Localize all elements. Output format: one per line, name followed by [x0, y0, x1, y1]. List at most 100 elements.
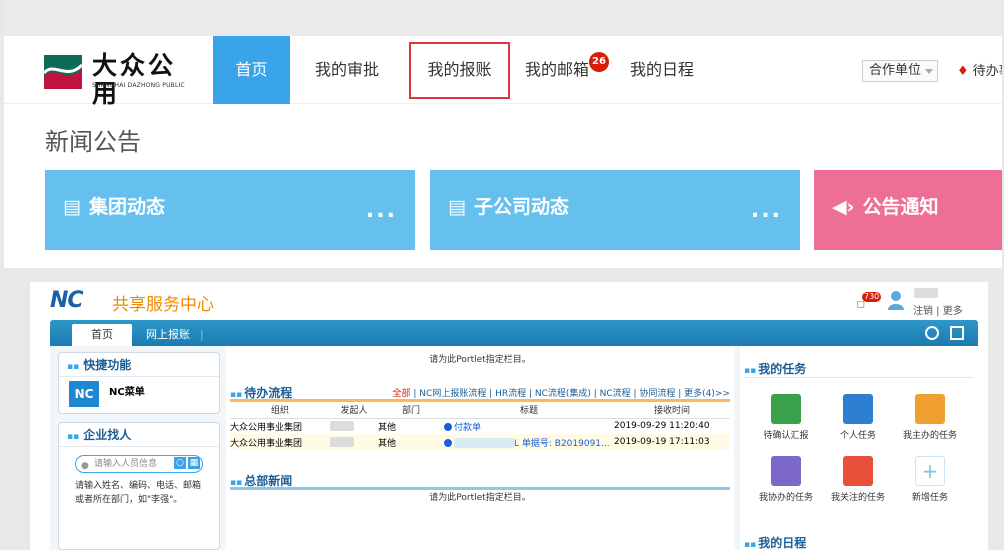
card-title: 公告通知	[862, 196, 939, 218]
task-pending-report[interactable]: 待确认汇报	[750, 394, 822, 441]
cell-dept: 其他	[378, 434, 444, 450]
find-people-body: ● 请输入人员信息 ○ ▦ 请输入姓名、编码、电话、邮箱或者所在部门，如"李强"…	[59, 447, 219, 549]
row-title: 付款单	[454, 422, 482, 433]
task-label: 待确认汇报	[763, 431, 809, 441]
cell-time: 2019-09-19 17:11:03	[614, 434, 730, 450]
col-dept: 部门	[378, 402, 444, 419]
user-name-blurred	[914, 288, 938, 299]
checklist-icon	[771, 394, 801, 424]
filter-others[interactable]: | NC网上报账流程 | HR流程 | NC流程(集成) | NC流程 | 协同…	[411, 389, 730, 399]
speaker-icon: ◀›	[832, 196, 855, 218]
people-search-placeholder: 请输入人员信息	[94, 459, 158, 469]
nc-menu-item[interactable]: NC NC菜单	[59, 377, 219, 413]
person-icon: ●	[81, 461, 89, 471]
card-group-news[interactable]: ▤ 集团动态 ...	[45, 170, 415, 250]
cell-title[interactable]: 付款单	[444, 418, 614, 434]
schedule-section-header: ▪▪ 我的日程	[744, 534, 974, 550]
col-received-time: 接收时间	[614, 402, 730, 419]
schedule-title: 我的日程	[758, 536, 807, 550]
search-icon[interactable]: ○	[174, 457, 186, 469]
nc-subtitle: 共享服务中心	[112, 295, 214, 315]
section-marker-icon: ▪▪	[744, 366, 757, 376]
tab-home[interactable]: 首页	[72, 324, 132, 346]
nav-my-approvals[interactable]: 我的审批	[304, 36, 390, 104]
cell-dept: 其他	[378, 422, 397, 433]
org-chart-icon[interactable]: ▦	[188, 457, 200, 469]
tab-divider: |	[200, 328, 204, 341]
user-avatar-icon[interactable]	[887, 290, 905, 310]
cell-org: 大众公用事业集团	[230, 422, 303, 433]
todo-filter-tabs[interactable]: 全部 | NC网上报账流程 | HR流程 | NC流程(集成) | NC流程 |…	[393, 386, 730, 399]
col-title: 标题	[444, 402, 614, 419]
top-navbar: 大众公用 SHANGHAI DAZHONG PUBLIC 首页 我的审批 我的报…	[4, 36, 1002, 108]
mailbox-count-badge: 26	[589, 52, 609, 72]
todo-title: 待办流程	[244, 386, 293, 400]
quick-functions-title: 快捷功能	[83, 358, 132, 372]
news-section-header: ▪▪ 总部新闻	[230, 472, 730, 490]
company-logo[interactable]: 大众公用 SHANGHAI DAZHONG PUBLIC	[44, 52, 189, 108]
cell-title[interactable]: L 单据号: B2019091...	[444, 434, 614, 450]
eye-icon	[843, 456, 873, 486]
nav-my-schedule[interactable]: 我的日程	[624, 36, 700, 104]
chevron-down-icon	[925, 69, 933, 74]
col-initiator: 发起人	[330, 402, 378, 419]
task-label: 我关注的任务	[830, 493, 885, 503]
task-label: 个人任务	[839, 431, 876, 441]
cell-org: 大众公用事业集团	[230, 434, 330, 450]
cell-initiator	[330, 418, 378, 434]
task-label: 我主办的任务	[902, 431, 957, 441]
left-column: ▪▪ 快捷功能 NC NC菜单 ▪▪ 企业找人 ● 请输入人员信息 ○ ▦ 请输入姓…	[58, 352, 220, 550]
find-people-tip: 请输入姓名、编码、电话、邮箱或者所在部门，如"李强"。	[75, 481, 202, 505]
todo-section-header: ▪▪ 待办流程 全部 | NC网上报账流程 | HR流程 | NC流程(集成) |…	[230, 384, 730, 402]
section-marker-icon: ▪▪	[744, 540, 757, 550]
nc-brand-logo: NC	[50, 288, 84, 313]
nav-my-mailbox[interactable]: 我的邮箱	[519, 36, 595, 104]
tab-online-reimbursement[interactable]: 网上报账	[146, 324, 190, 346]
portlet-placeholder: 请为此Portlet指定栏目。	[429, 355, 531, 365]
nav-home[interactable]: 首页	[213, 36, 290, 104]
more-icon[interactable]: ...	[366, 198, 397, 223]
nc-body: ▪▪ 快捷功能 NC NC菜单 ▪▪ 企业找人 ● 请输入人员信息 ○ ▦ 请输入姓…	[50, 346, 978, 550]
nc-app-icon: NC	[69, 381, 99, 407]
task-new[interactable]: + 新增任务	[894, 456, 966, 503]
fullscreen-icon[interactable]	[950, 326, 964, 340]
news-title: 总部新闻	[244, 474, 293, 488]
user-links[interactable]: 注销 | 更多	[913, 302, 963, 317]
todo-table: 组织 发起人 部门 标题 接收时间 大众公用事业集团 其他 付款单 2019-0…	[230, 402, 730, 450]
section-marker-icon: ▪▪	[230, 390, 243, 400]
logo-mark-icon	[44, 55, 82, 89]
task-label: 新增任务	[911, 493, 948, 503]
document-icon: ▤	[63, 196, 81, 218]
partner-unit-select[interactable]: 合作单位	[862, 60, 938, 82]
task-hosted[interactable]: 我主办的任务	[894, 394, 966, 441]
card-announcements[interactable]: ◀› 公告通知	[814, 170, 1002, 250]
task-label: 我协办的任务	[758, 493, 813, 503]
top-strip	[4, 0, 1002, 36]
quick-functions-box: ▪▪ 快捷功能 NC NC菜单	[58, 352, 220, 414]
table-row[interactable]: 大众公用事业集团 其他 L 单据号: B2019091... 2019-09-1…	[230, 434, 730, 450]
section-marker-icon: ▪▪	[67, 432, 80, 442]
tasks-title: 我的任务	[758, 362, 807, 376]
assist-task-icon	[771, 456, 801, 486]
message-button[interactable]: ▫ 730	[856, 292, 882, 312]
card-title: 子公司动态	[473, 196, 569, 218]
search-icon[interactable]	[924, 326, 939, 340]
more-icon[interactable]: ...	[751, 198, 782, 223]
filter-all[interactable]: 全部	[393, 389, 411, 399]
task-personal[interactable]: 个人任务	[822, 394, 894, 441]
cell-time: 2019-09-29 11:20:40	[614, 421, 710, 432]
message-count-badge: 730	[862, 292, 882, 302]
nc-panel: NC 共享服务中心 ▫ 730 注销 | 更多 首页 网上报账 | ▪▪ 快捷功能…	[30, 282, 988, 550]
col-org: 组织	[230, 402, 330, 419]
todo-link-label: 待办事	[972, 64, 1002, 79]
table-row[interactable]: 大众公用事业集团 其他 付款单 2019-09-29 11:20:40	[230, 418, 730, 434]
logo-text-en: SHANGHAI DAZHONG PUBLIC	[92, 82, 185, 89]
card-subsidiary-news[interactable]: ▤ 子公司动态 ...	[430, 170, 800, 250]
find-people-title: 企业找人	[83, 428, 132, 442]
tab-tools	[919, 325, 964, 344]
status-dot-icon	[444, 423, 452, 432]
task-followed[interactable]: 我关注的任务	[822, 456, 894, 503]
task-assisted[interactable]: 我协办的任务	[750, 456, 822, 503]
todo-link[interactable]: ♦待办事	[957, 60, 1002, 79]
people-search-input[interactable]: ● 请输入人员信息 ○ ▦	[75, 455, 203, 473]
